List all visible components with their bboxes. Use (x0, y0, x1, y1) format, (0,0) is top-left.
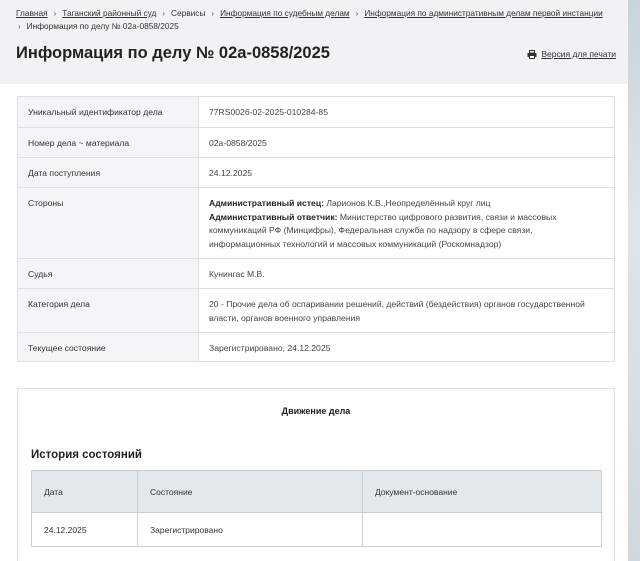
breadcrumb-admin-cases[interactable]: Информация по административным делам пер… (364, 8, 602, 18)
defendant-role: Административный ответчик: (209, 211, 338, 222)
chevron-right-icon: › (355, 9, 359, 18)
chevron-right-icon: › (53, 9, 57, 18)
right-edge-strip (628, 0, 640, 561)
breadcrumb-current: Информация по делу № 02а-0858/2025 (26, 21, 179, 31)
judge-value: Кунингас М.В. (198, 258, 615, 289)
column-header-status: Состояние (137, 470, 363, 513)
history-cell-document (362, 512, 602, 547)
page-title: Информация по делу № 02а-0858/2025 (16, 44, 330, 62)
breadcrumb-home[interactable]: Главная (16, 8, 48, 18)
breadcrumb-services: Сервисы (171, 8, 206, 18)
number-label: Номер дела ~ материала (17, 127, 199, 158)
judge-label: Судья (17, 258, 199, 289)
table-row: Текущее состояние Зарегистрировано, 24.1… (17, 332, 615, 362)
chevron-right-icon: › (162, 9, 166, 18)
parties-label: Стороны (17, 187, 199, 259)
breadcrumb-court-cases[interactable]: Информация по судебным делам (220, 8, 350, 18)
status-value: Зарегистрировано, 24.12.2025 (198, 332, 615, 362)
category-value: 20 - Прочие дела об оспаривании решений,… (198, 288, 615, 333)
chevron-right-icon: › (211, 9, 215, 18)
printer-icon (527, 49, 537, 59)
print-version-link[interactable]: Версия для печати (527, 49, 616, 59)
date-value: 24.12.2025 (198, 157, 615, 188)
history-table: Дата Состояние Документ-основание 24.12.… (31, 470, 602, 547)
status-label: Текущее состояние (17, 332, 199, 362)
table-row: Номер дела ~ материала 02а-0858/2025 (17, 127, 615, 158)
plaintiff-value: Ларионов К.В.,Неопределённый круг лиц (323, 198, 491, 208)
breadcrumb-court[interactable]: Таганский районный суд (62, 8, 156, 18)
chevron-right-icon: › (18, 22, 21, 31)
case-movement-panel: Движение дела История состояний Дата Сос… (17, 388, 615, 561)
main-content: Уникальный идентификатор дела 77RS0026-0… (0, 84, 628, 561)
title-row: Информация по делу № 02а-0858/2025 Верси… (16, 44, 616, 66)
table-row: Судья Кунингас М.В. (17, 258, 615, 289)
table-row: Стороны Административный истец: Ларионов… (17, 187, 615, 259)
column-header-document: Документ-основание (362, 470, 602, 513)
uid-label: Уникальный идентификатор дела (17, 96, 199, 128)
print-version-label[interactable]: Версия для печати (541, 49, 616, 59)
category-label: Категория дела (17, 288, 199, 333)
page: Главная › Таганский районный суд › Сервисы › И… (0, 0, 628, 561)
column-header-date: Дата (31, 470, 138, 513)
parties-value: Административный истец: Ларионов К.В.,Не… (198, 187, 615, 259)
table-row: Категория дела 20 - Прочие дела об оспар… (17, 288, 615, 333)
case-info-table: Уникальный идентификатор дела 77RS0026-0… (17, 96, 615, 362)
table-row: Уникальный идентификатор дела 77RS0026-0… (17, 96, 615, 128)
table-row: 24.12.2025 Зарегистрировано (31, 512, 602, 547)
history-cell-date: 24.12.2025 (31, 512, 138, 547)
history-header-row: Дата Состояние Документ-основание (31, 470, 602, 513)
number-value: 02а-0858/2025 (198, 127, 615, 158)
uid-value: 77RS0026-02-2025-010284-85 (198, 96, 615, 128)
movement-title: Движение дела (281, 406, 351, 416)
breadcrumb: Главная › Таганский районный суд › Сервисы › И… (0, 0, 628, 34)
history-cell-status: Зарегистрировано (137, 512, 363, 547)
history-title: История состояний (31, 449, 142, 461)
table-row: Дата поступления 24.12.2025 (17, 157, 615, 188)
plaintiff-role: Административный истец: (209, 198, 324, 208)
date-label: Дата поступления (17, 157, 199, 188)
